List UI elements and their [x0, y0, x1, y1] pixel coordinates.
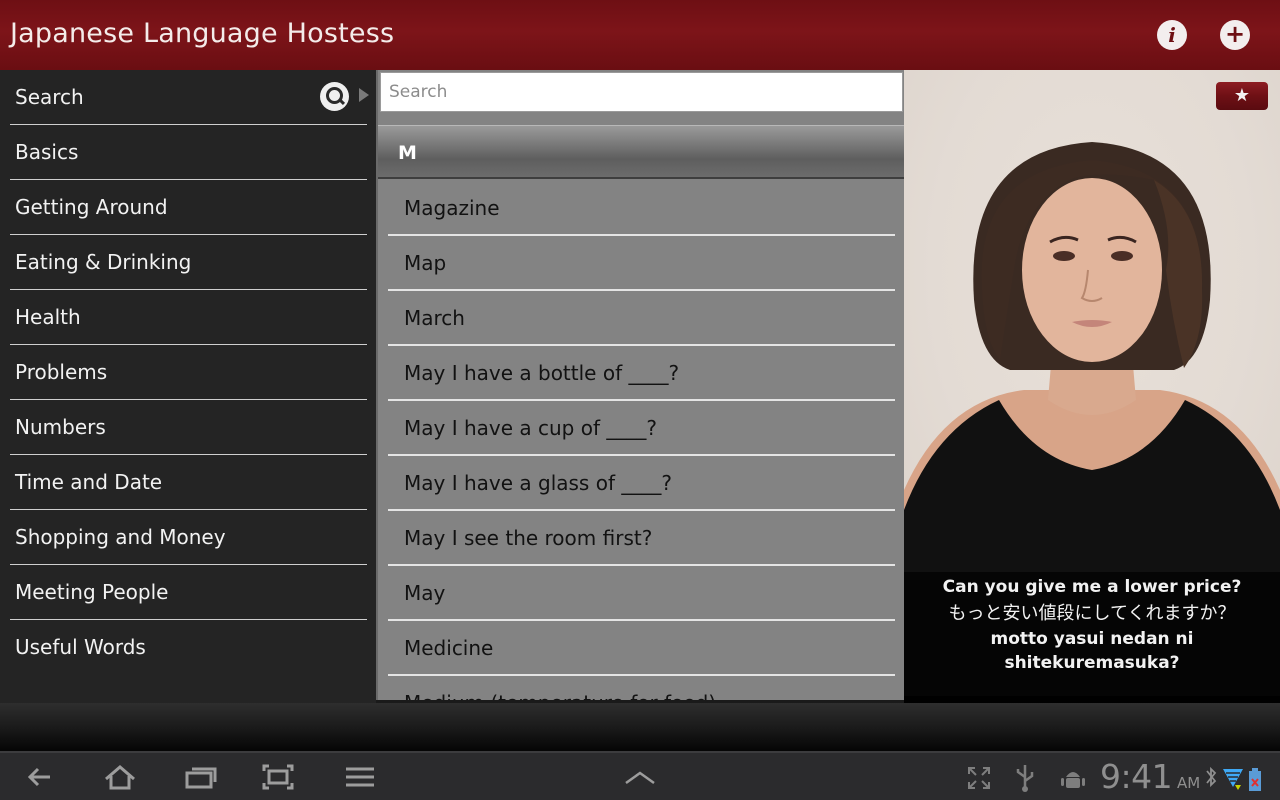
system-navigation-bar: 9:41 AM — [0, 751, 1280, 800]
sidebar-item-health[interactable]: Health — [10, 290, 367, 345]
section-header: M — [378, 125, 904, 179]
hostess-video-image — [904, 142, 1280, 572]
info-icon: i — [1168, 23, 1176, 47]
category-sidebar: Search Basics Getting Around Eating & Dr… — [0, 70, 376, 703]
clock-ampm: AM — [1177, 774, 1201, 792]
sidebar-item-getting-around[interactable]: Getting Around — [10, 180, 367, 235]
list-item[interactable]: May I have a cup of ____? — [388, 401, 895, 456]
list-item-label: May I see the room first? — [404, 526, 653, 550]
sidebar-item-eating-drinking[interactable]: Eating & Drinking — [10, 235, 367, 290]
wifi-icon — [1223, 769, 1243, 790]
add-button[interactable]: + — [1220, 20, 1250, 50]
phrase-list[interactable]: M Magazine Map March May I have a bottle… — [376, 70, 904, 700]
sidebar-item-time-and-date[interactable]: Time and Date — [10, 455, 367, 510]
video-frame[interactable]: ★ — [904, 70, 1280, 572]
section-letter: M — [398, 142, 417, 164]
sidebar-item-label: Getting Around — [15, 195, 168, 219]
list-item-label: Medicine — [404, 636, 494, 660]
info-button[interactable]: i — [1157, 20, 1187, 50]
sidebar-item-label: Useful Words — [15, 635, 146, 659]
sidebar-item-shopping-and-money[interactable]: Shopping and Money — [10, 510, 367, 565]
list-item-label: March — [404, 306, 465, 330]
sidebar-item-label: Search — [15, 85, 84, 109]
back-icon[interactable] — [20, 761, 60, 793]
search-icon — [320, 82, 349, 111]
list-item-label: Magazine — [404, 196, 500, 220]
sidebar-item-label: Meeting People — [15, 580, 169, 604]
sidebar-item-label: Shopping and Money — [15, 525, 226, 549]
sidebar-item-label: Eating & Drinking — [15, 250, 192, 274]
list-item[interactable]: May I see the room first? — [388, 511, 895, 566]
list-item-label: May I have a cup of ____? — [404, 416, 657, 440]
action-bar: Japanese Language Hostess i + — [0, 0, 1280, 70]
sidebar-item-label: Problems — [15, 360, 108, 384]
sidebar-item-label: Health — [15, 305, 81, 329]
sidebar-item-search[interactable]: Search — [10, 70, 369, 125]
sidebar-item-label: Time and Date — [15, 470, 163, 494]
list-item[interactable]: May I have a bottle of ____? — [388, 346, 895, 401]
menu-icon[interactable] — [340, 761, 380, 793]
list-item[interactable]: Medium (temperature for food) — [388, 676, 895, 700]
sidebar-item-label: Basics — [15, 140, 79, 164]
list-item-label: May I have a glass of ____? — [404, 471, 672, 495]
sidebar-item-numbers[interactable]: Numbers — [10, 400, 367, 455]
home-icon[interactable] — [100, 761, 140, 793]
battery-icon — [1249, 768, 1261, 791]
android-debug-icon — [1061, 772, 1085, 788]
list-item-label: May — [404, 581, 446, 605]
bottom-bar — [0, 703, 1280, 751]
fullscreen-icon[interactable] — [966, 765, 992, 791]
list-item[interactable]: May I have a glass of ____? — [388, 456, 895, 511]
sidebar-item-problems[interactable]: Problems — [10, 345, 367, 400]
caption-romaji: motto yasui nedan ni shitekuremasuka? — [990, 629, 1194, 673]
list-item-label: May I have a bottle of ____? — [404, 361, 680, 385]
favorite-button[interactable]: ★ — [1216, 82, 1268, 110]
sidebar-item-basics[interactable]: Basics — [10, 125, 367, 180]
sidebar-item-label: Numbers — [15, 415, 106, 439]
list-item[interactable]: Medicine — [388, 621, 895, 676]
usb-icon — [1016, 765, 1034, 792]
recent-apps-icon[interactable] — [181, 761, 221, 793]
list-item[interactable]: March — [388, 291, 895, 346]
caption-japanese: もっと安い値段にしてくれますか？ — [948, 603, 1236, 624]
sidebar-item-useful-words[interactable]: Useful Words — [10, 620, 367, 675]
plus-icon: + — [1224, 20, 1246, 48]
clock-time: 9:41 — [1100, 757, 1173, 796]
list-item[interactable]: Magazine — [388, 181, 895, 236]
phrase-caption: Can you give me a lower price? もっと安い値段にし… — [904, 572, 1280, 696]
video-panel[interactable]: ★ Can you give me a lower price? もっと安い値段… — [904, 70, 1280, 703]
sidebar-item-meeting-people[interactable]: Meeting People — [10, 565, 367, 620]
list-item[interactable]: May — [388, 566, 895, 621]
list-item-label: Medium (temperature for food) — [404, 691, 716, 700]
chevron-up-icon[interactable] — [620, 761, 660, 793]
selected-arrow-icon — [359, 88, 369, 102]
caption-english: Can you give me a lower price? — [942, 577, 1242, 597]
star-icon: ★ — [1233, 85, 1251, 106]
app-title: Japanese Language Hostess — [10, 18, 395, 49]
bluetooth-icon — [1206, 766, 1217, 788]
screenshot-icon[interactable] — [258, 761, 298, 793]
search-input[interactable] — [380, 72, 903, 112]
list-item-label: Map — [404, 251, 447, 275]
list-item[interactable]: Map — [388, 236, 895, 291]
